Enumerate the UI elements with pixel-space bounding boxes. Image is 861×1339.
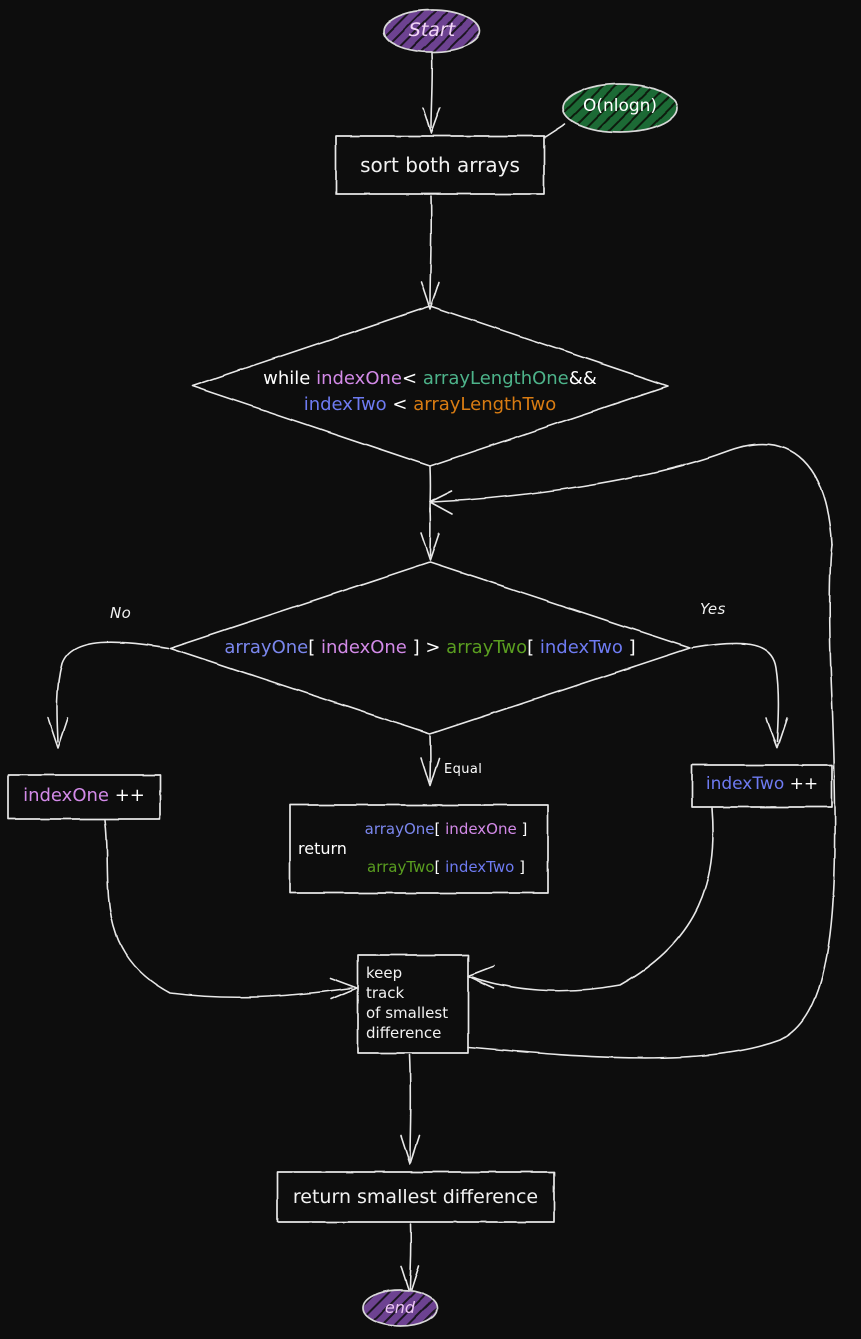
while-cond2-token-1: < bbox=[386, 394, 414, 415]
note-connector bbox=[544, 123, 566, 138]
flowchart-edges-layer bbox=[7, 9, 836, 1327]
while-cond-token-0: while bbox=[263, 368, 317, 389]
compare-cond-token-0: arrayOne bbox=[224, 637, 309, 658]
index-one-inc-token-1: ++ bbox=[109, 785, 145, 806]
return-smallest-label: return smallest difference bbox=[292, 1186, 539, 1208]
return-top-token-1: [ bbox=[434, 820, 446, 838]
while-cond-token-1: indexOne bbox=[316, 368, 402, 389]
keep-track-line-3: difference bbox=[366, 1024, 442, 1042]
while-condition-line2: indexTwo < arrayLengthTwo bbox=[230, 392, 630, 418]
while-cond-token-2: < bbox=[402, 368, 423, 389]
while-condition-label: while indexOne< arrayLengthOne&& indexTw… bbox=[230, 366, 630, 418]
return-top-token-0: arrayOne bbox=[364, 820, 435, 838]
return-top-token-3: ] bbox=[516, 820, 528, 838]
while-cond-token-3: arrayLengthOne bbox=[422, 368, 569, 389]
edge-no bbox=[56, 641, 169, 743]
return-bottom-token-0: arrayTwo bbox=[367, 858, 435, 876]
compare-cond-token-7: ] bbox=[622, 637, 636, 658]
complexity-note-label: O(nlogn) bbox=[582, 96, 658, 116]
index-two-inc-token-1: ++ bbox=[784, 774, 819, 794]
end-node-label: end bbox=[384, 1298, 416, 1317]
sort-node-label: sort both arrays bbox=[360, 153, 520, 177]
edge-yes bbox=[691, 642, 780, 743]
while-condition-line1: while indexOne< arrayLengthOne&& bbox=[230, 366, 630, 392]
compare-condition-line1: arrayOne[ indexOne ] > arrayTwo[ indexTw… bbox=[175, 637, 685, 658]
index-one-inc-token-0: indexOne bbox=[23, 785, 109, 806]
edge-label-no: No bbox=[110, 604, 132, 622]
loopback-top-edge bbox=[431, 443, 833, 546]
return-pair-keyword: return bbox=[298, 839, 347, 858]
index-two-inc-token-0: indexTwo bbox=[705, 774, 785, 794]
return-bottom-token-2: indexTwo bbox=[445, 858, 515, 876]
flowchart-canvas: Start O(nlogn) sort both arrays while in… bbox=[0, 0, 861, 1339]
compare-cond-token-1: [ bbox=[308, 637, 321, 658]
compare-condition-label: arrayOne[ indexOne ] > arrayTwo[ indexTw… bbox=[175, 637, 685, 658]
compare-cond-token-2: indexOne bbox=[320, 637, 407, 658]
return-bottom-token-1: [ bbox=[434, 858, 446, 876]
return-top-token-2: indexOne bbox=[445, 820, 517, 838]
while-cond2-token-0: indexTwo bbox=[303, 394, 387, 415]
while-cond2-token-2: arrayLengthTwo bbox=[413, 394, 557, 415]
index-two-inc-label: indexTwo ++ bbox=[692, 774, 832, 794]
keep-track-line-2: of smallest bbox=[366, 1004, 449, 1022]
keep-track-label: keep track of smallest difference bbox=[366, 963, 470, 1043]
return-bottom-token-3: ] bbox=[514, 858, 525, 876]
return-pair-bottom: arrayTwo[ indexTwo ] bbox=[348, 858, 544, 876]
edge-keeptrack-loopback bbox=[467, 544, 836, 1059]
index-one-inc-label: indexOne ++ bbox=[8, 785, 160, 806]
compare-cond-token-5: [ bbox=[527, 637, 540, 658]
compare-cond-token-3: ] > bbox=[406, 637, 447, 658]
compare-cond-token-6: indexTwo bbox=[539, 637, 623, 658]
compare-cond-token-4: arrayTwo bbox=[446, 637, 528, 658]
while-cond-token-4: && bbox=[568, 368, 597, 389]
keep-track-line-1: track bbox=[366, 984, 405, 1002]
edge-label-equal: Equal bbox=[444, 762, 483, 777]
keep-track-line-0: keep bbox=[366, 964, 403, 982]
return-pair-top: arrayOne[ indexOne ] bbox=[348, 820, 544, 838]
edge-label-yes: Yes bbox=[700, 600, 726, 618]
start-node-label: Start bbox=[408, 19, 456, 41]
